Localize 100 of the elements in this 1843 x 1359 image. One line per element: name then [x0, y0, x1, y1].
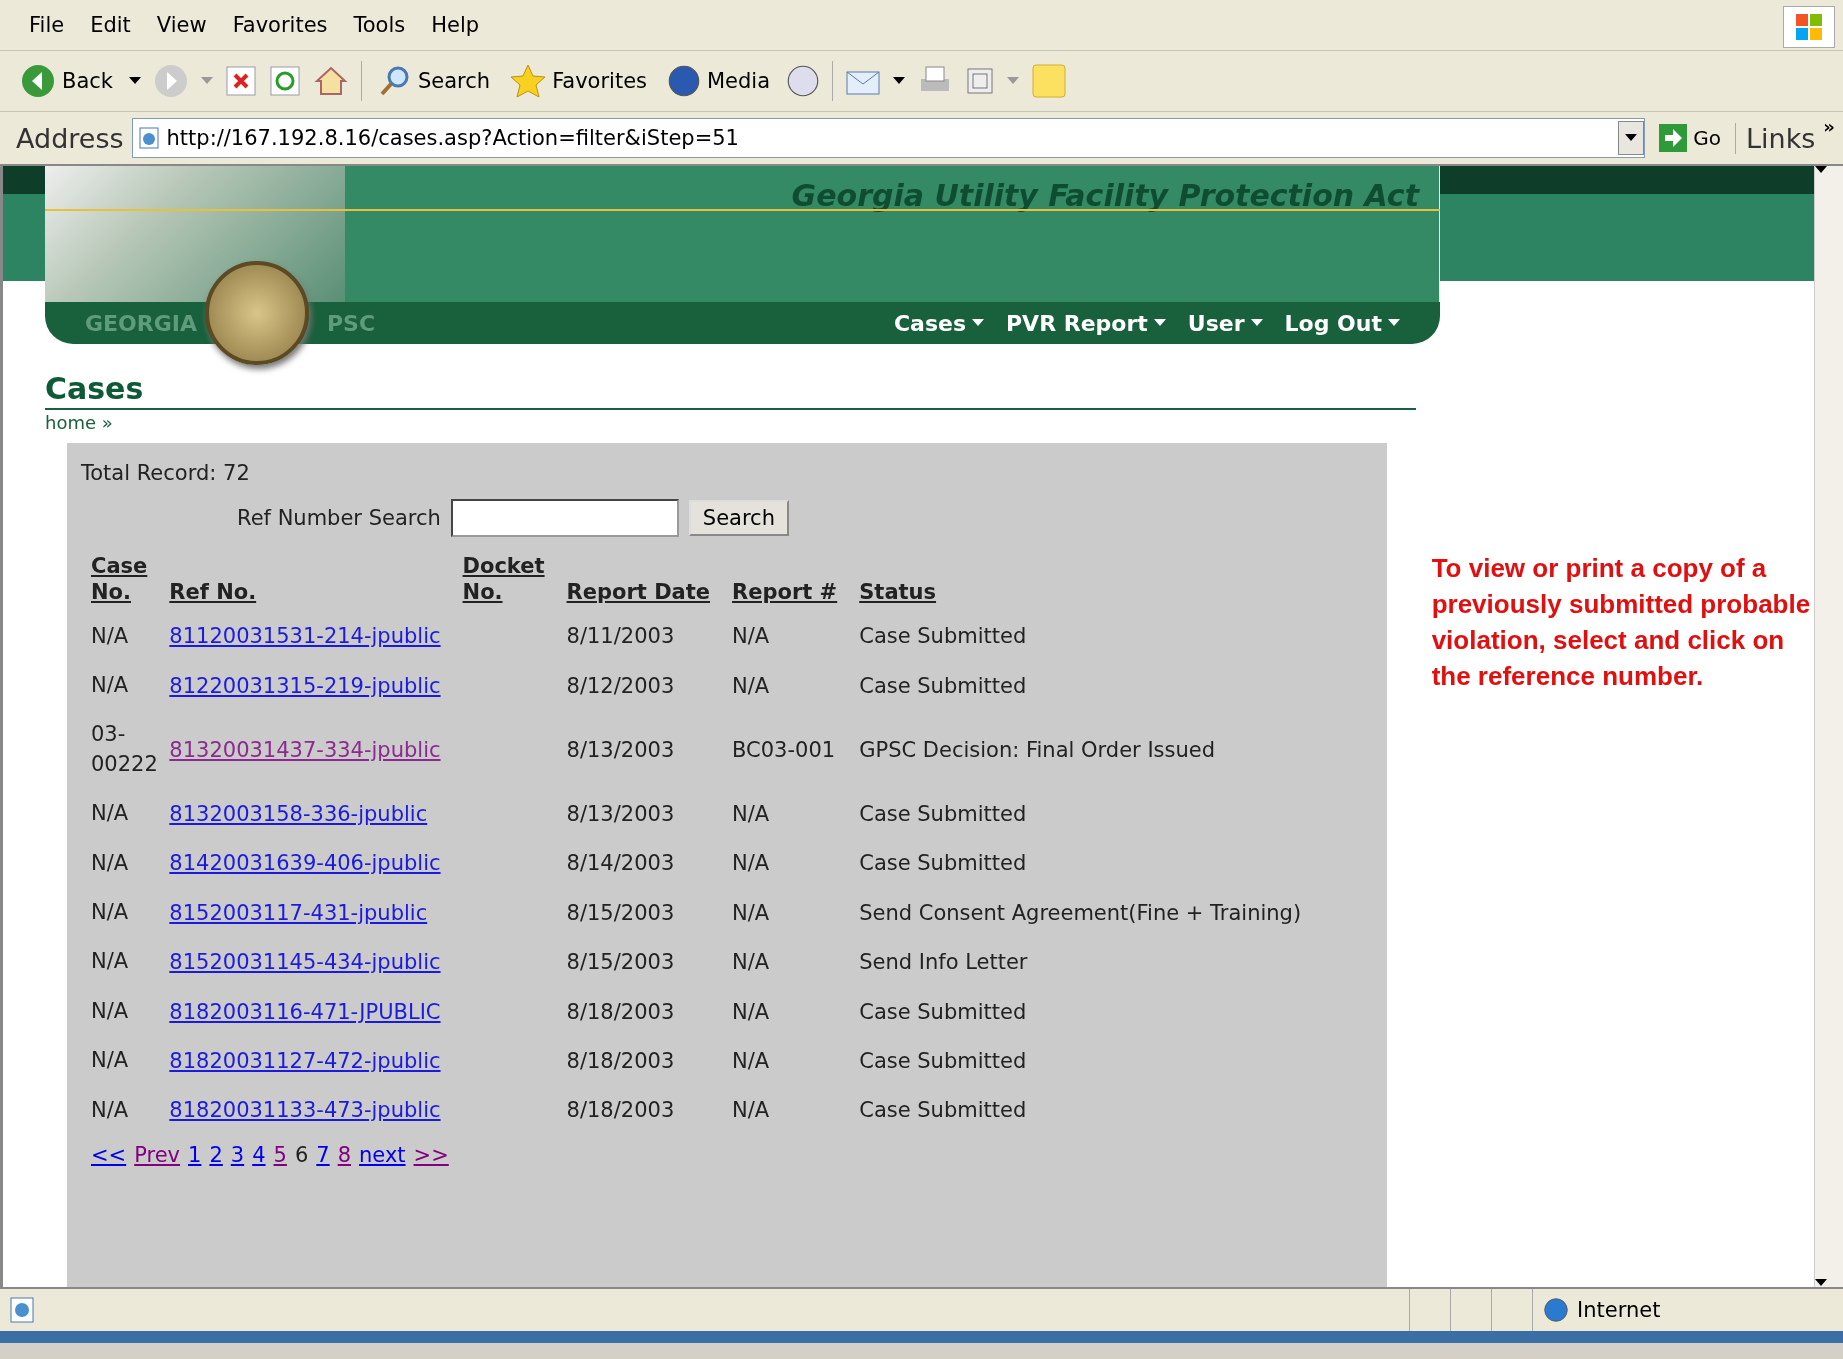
scroll-down-icon	[1815, 1279, 1827, 1287]
table-cell-text: 8/15/2003	[565, 899, 676, 927]
nav-menu-item[interactable]: PVR Report	[1006, 310, 1166, 336]
pagination-link[interactable]: 8	[337, 1143, 352, 1167]
caret-icon	[129, 77, 141, 85]
table-cell-text: Case Submitted	[858, 672, 1028, 700]
ref-number-link[interactable]: 81120031531-214-jpublic	[169, 624, 441, 649]
breadcrumb-link[interactable]: home »	[45, 412, 1416, 434]
table-cell-text: Case Submitted	[858, 1097, 1028, 1125]
table-cell-text: Send Info Letter	[858, 949, 1029, 977]
star-icon	[510, 63, 547, 99]
caret-icon	[893, 77, 906, 85]
table-cell-text: N/A	[731, 623, 771, 651]
table-cell-text: N/A	[731, 800, 771, 828]
table-cell-text: 8/18/2003	[565, 1047, 676, 1075]
ref-number-link[interactable]: 81220031315-219-jpublic	[169, 673, 441, 698]
table-cell-text: N/A	[731, 949, 771, 977]
table-cell-text: N/A	[90, 1096, 130, 1124]
column-header[interactable]: Case No.	[81, 547, 160, 612]
ref-search-field[interactable]	[450, 499, 679, 538]
table-cell-text: 8/14/2003	[565, 850, 676, 878]
pagination-link[interactable]: 1	[188, 1143, 202, 1167]
pagination-link[interactable]: next	[359, 1143, 406, 1167]
total-record-text: Total Record: 72	[81, 461, 251, 486]
pagination-link[interactable]: <<	[91, 1143, 127, 1167]
pagination-link[interactable]: 7	[316, 1143, 330, 1167]
pagination-link[interactable]: 4	[252, 1143, 266, 1167]
dropdown-button[interactable]	[1618, 121, 1645, 155]
page-icon	[136, 126, 161, 150]
back-button[interactable]: Back	[16, 61, 117, 101]
column-header[interactable]: Report Date	[556, 547, 723, 612]
links-label[interactable]: Links	[1735, 122, 1816, 154]
ref-number-link[interactable]: 8182003116-471-JPUBLIC	[169, 999, 441, 1024]
windows-flag-icon	[1783, 6, 1835, 48]
zone-label: Internet	[1577, 1298, 1661, 1322]
caret-icon	[1625, 134, 1638, 142]
go-button[interactable]: Go	[1653, 123, 1727, 153]
column-header[interactable]: Docket No.	[452, 547, 557, 612]
table-cell-text: Case Submitted	[858, 1047, 1028, 1075]
menu-item[interactable]: Edit	[77, 13, 144, 37]
table-cell-text: Case Submitted	[858, 800, 1028, 828]
pagination-link[interactable]: >>	[413, 1143, 449, 1167]
table-cell-text: N/A	[731, 899, 771, 927]
nav-menu-item[interactable]: Log Out	[1284, 310, 1400, 336]
favorites-button[interactable]: Favorites	[506, 61, 651, 101]
menu-item[interactable]: Tools	[340, 13, 419, 37]
ref-number-link[interactable]: 8152003117-431-jpublic	[169, 900, 428, 925]
table-cell-text: 8/12/2003	[565, 672, 676, 700]
address-field[interactable]: http://167.192.8.16/cases.asp?Action=filter&iStep=51	[131, 118, 1646, 158]
table-cell-text: N/A	[90, 997, 130, 1025]
pagination-link[interactable]: 5	[273, 1143, 287, 1167]
pagination-link[interactable]: 2	[209, 1143, 223, 1167]
table-cell-text: 8/13/2003	[565, 800, 676, 828]
table-cell-text: N/A	[731, 998, 771, 1026]
ref-number-link[interactable]: 81820031133-473-jpublic	[169, 1098, 441, 1123]
column-header[interactable]: Ref No.	[159, 547, 453, 612]
nav-menu-item[interactable]: User	[1187, 310, 1263, 336]
table-cell-text: 03-00222	[90, 721, 159, 778]
scroll-up-icon	[1815, 166, 1827, 174]
table-cell-text: N/A	[90, 1047, 130, 1075]
ref-number-link[interactable]: 81320031437-334-jpublic	[169, 737, 441, 762]
more-chevron[interactable]: »	[1823, 116, 1835, 137]
page-icon	[8, 1296, 36, 1324]
media-button[interactable]: Media	[663, 62, 775, 100]
caret-icon	[972, 319, 984, 327]
ref-number-link[interactable]: 81820031127-472-jpublic	[169, 1048, 441, 1073]
note-icon[interactable]	[1031, 63, 1068, 99]
table-cell-text: 8/11/2003	[565, 623, 676, 651]
stop-icon[interactable]	[225, 65, 257, 97]
caret-icon	[1388, 319, 1400, 327]
menu-item[interactable]: File	[16, 13, 78, 37]
search-button[interactable]: Search	[688, 500, 789, 537]
table-cell-text: N/A	[90, 622, 130, 650]
ref-number-link[interactable]: 81520031145-434-jpublic	[169, 950, 441, 975]
nav-menu-item[interactable]: Cases	[893, 310, 984, 336]
page-heading: Cases	[45, 371, 1416, 411]
caret-icon	[1250, 319, 1263, 327]
menu-item[interactable]: Favorites	[219, 13, 341, 37]
scrollbar[interactable]	[1814, 166, 1843, 1287]
ref-number-link[interactable]: 8132003158-336-jpublic	[169, 801, 428, 826]
table-cell-text: N/A	[90, 672, 130, 700]
pagination-link[interactable]: Prev	[134, 1143, 181, 1167]
pagination-link[interactable]: 3	[230, 1143, 245, 1167]
search-label: Ref Number Search	[237, 506, 441, 531]
table-cell-text: N/A	[731, 672, 771, 700]
column-header[interactable]: Status	[849, 547, 1314, 612]
ref-number-link[interactable]: 81420031639-406-jpublic	[169, 851, 441, 876]
table-cell-text: N/A	[731, 850, 771, 878]
table-cell-text: GPSC Decision: Final Order Issued	[858, 736, 1217, 764]
search-button[interactable]: Search	[374, 62, 495, 100]
site-title: Georgia Utility Facility Protection Act	[791, 178, 1419, 215]
brand-text: PSC	[327, 310, 376, 336]
menu-item[interactable]: Help	[418, 13, 493, 37]
table-cell-text: 8/13/2003	[565, 736, 676, 764]
column-header[interactable]: Report #	[722, 547, 850, 612]
table-cell-text: Case Submitted	[858, 998, 1028, 1026]
table-cell-text: N/A	[731, 1097, 771, 1125]
table-cell-text: N/A	[90, 849, 130, 877]
table-cell-text: N/A	[90, 899, 130, 927]
menu-item[interactable]: View	[143, 13, 220, 37]
